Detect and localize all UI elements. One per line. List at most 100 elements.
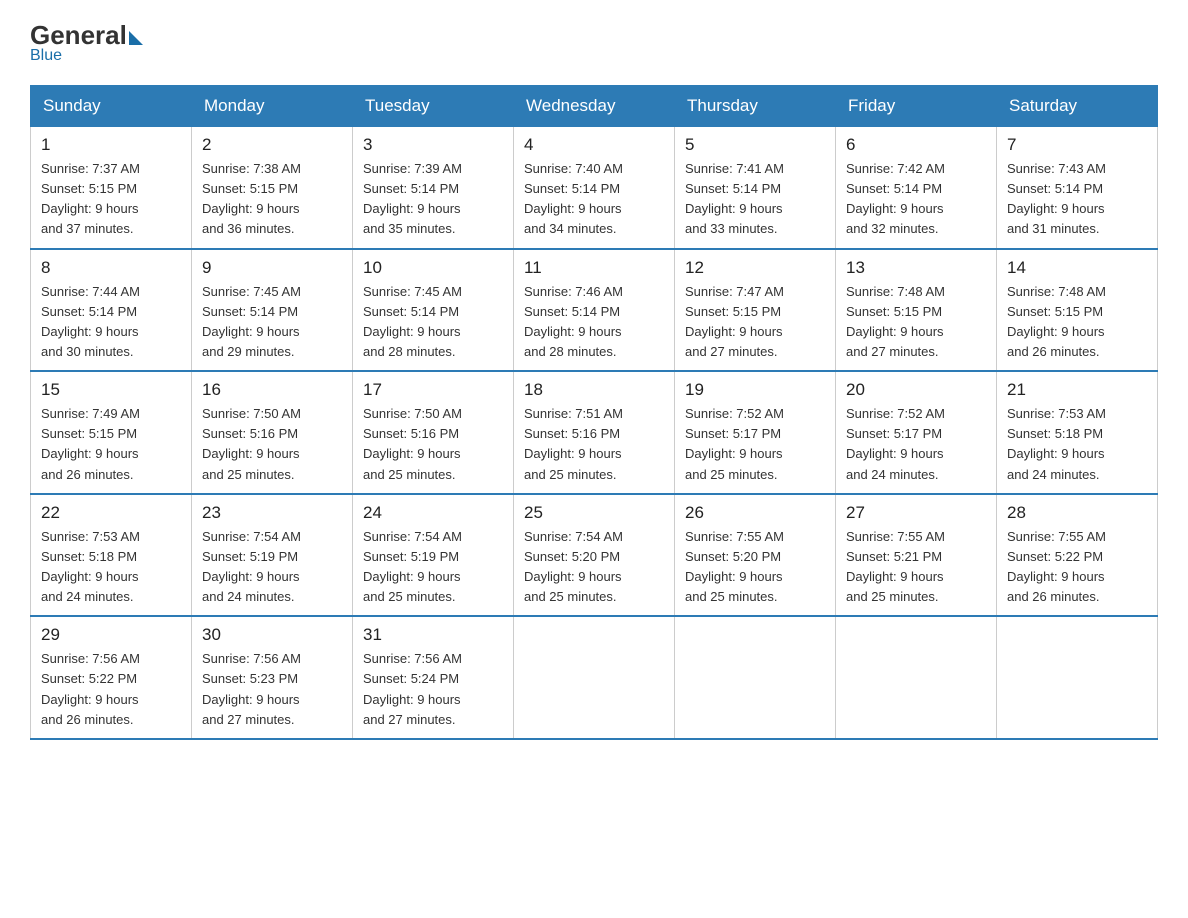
day-info: Sunrise: 7:43 AMSunset: 5:14 PMDaylight:… xyxy=(1007,159,1147,240)
calendar-header-row: SundayMondayTuesdayWednesdayThursdayFrid… xyxy=(31,86,1158,127)
day-header-wednesday: Wednesday xyxy=(514,86,675,127)
day-number: 2 xyxy=(202,135,342,155)
day-info: Sunrise: 7:52 AMSunset: 5:17 PMDaylight:… xyxy=(685,404,825,485)
day-info: Sunrise: 7:41 AMSunset: 5:14 PMDaylight:… xyxy=(685,159,825,240)
calendar-day-cell: 1Sunrise: 7:37 AMSunset: 5:15 PMDaylight… xyxy=(31,127,192,249)
day-info: Sunrise: 7:54 AMSunset: 5:20 PMDaylight:… xyxy=(524,527,664,608)
day-number: 6 xyxy=(846,135,986,155)
calendar-day-cell: 27 Sunrise: 7:55 AMSunset: 5:21 PMDayligh… xyxy=(836,494,997,617)
calendar-day-cell: 13 Sunrise: 7:48 AMSunset: 5:15 PMDayligh… xyxy=(836,249,997,372)
calendar-day-cell: 24 Sunrise: 7:54 AMSunset: 5:19 PMDayligh… xyxy=(353,494,514,617)
day-info: Sunrise: 7:55 AMSunset: 5:22 PMDaylight:… xyxy=(1007,527,1147,608)
day-header-monday: Monday xyxy=(192,86,353,127)
calendar-day-cell: 31Sunrise: 7:56 AMSunset: 5:24 PMDayligh… xyxy=(353,616,514,739)
day-header-thursday: Thursday xyxy=(675,86,836,127)
empty-cell xyxy=(836,616,997,739)
logo: General Blue xyxy=(30,20,143,65)
day-number: 9 xyxy=(202,258,342,278)
day-info: Sunrise: 7:46 AMSunset: 5:14 PMDaylight:… xyxy=(524,282,664,363)
day-number: 17 xyxy=(363,380,503,400)
day-info: Sunrise: 7:47 AMSunset: 5:15 PMDaylight:… xyxy=(685,282,825,363)
calendar-day-cell: 4 Sunrise: 7:40 AMSunset: 5:14 PMDaylight… xyxy=(514,127,675,249)
calendar-day-cell: 23 Sunrise: 7:54 AMSunset: 5:19 PMDayligh… xyxy=(192,494,353,617)
calendar-week-row: 1Sunrise: 7:37 AMSunset: 5:15 PMDaylight… xyxy=(31,127,1158,249)
calendar-day-cell: 19 Sunrise: 7:52 AMSunset: 5:17 PMDayligh… xyxy=(675,371,836,494)
calendar-day-cell: 2 Sunrise: 7:38 AMSunset: 5:15 PMDaylight… xyxy=(192,127,353,249)
day-info: Sunrise: 7:45 AMSunset: 5:14 PMDaylight:… xyxy=(363,282,503,363)
day-header-friday: Friday xyxy=(836,86,997,127)
calendar-day-cell: 28Sunrise: 7:55 AMSunset: 5:22 PMDayligh… xyxy=(997,494,1158,617)
calendar-day-cell: 8 Sunrise: 7:44 AMSunset: 5:14 PMDaylight… xyxy=(31,249,192,372)
day-number: 22 xyxy=(41,503,181,523)
calendar-day-cell: 22 Sunrise: 7:53 AMSunset: 5:18 PMDayligh… xyxy=(31,494,192,617)
day-info: Sunrise: 7:40 AMSunset: 5:14 PMDaylight:… xyxy=(524,159,664,240)
calendar-day-cell: 6 Sunrise: 7:42 AMSunset: 5:14 PMDaylight… xyxy=(836,127,997,249)
calendar-day-cell: 25 Sunrise: 7:54 AMSunset: 5:20 PMDayligh… xyxy=(514,494,675,617)
calendar-week-row: 8 Sunrise: 7:44 AMSunset: 5:14 PMDaylight… xyxy=(31,249,1158,372)
empty-cell xyxy=(514,616,675,739)
day-number: 29 xyxy=(41,625,181,645)
day-number: 4 xyxy=(524,135,664,155)
calendar-day-cell: 5 Sunrise: 7:41 AMSunset: 5:14 PMDaylight… xyxy=(675,127,836,249)
day-number: 3 xyxy=(363,135,503,155)
day-number: 19 xyxy=(685,380,825,400)
day-info: Sunrise: 7:54 AMSunset: 5:19 PMDaylight:… xyxy=(202,527,342,608)
calendar-week-row: 15Sunrise: 7:49 AMSunset: 5:15 PMDayligh… xyxy=(31,371,1158,494)
day-number: 8 xyxy=(41,258,181,278)
day-number: 10 xyxy=(363,258,503,278)
day-info: Sunrise: 7:44 AMSunset: 5:14 PMDaylight:… xyxy=(41,282,181,363)
day-info: Sunrise: 7:56 AMSunset: 5:22 PMDaylight:… xyxy=(41,649,181,730)
calendar-day-cell: 16 Sunrise: 7:50 AMSunset: 5:16 PMDayligh… xyxy=(192,371,353,494)
calendar-day-cell: 10 Sunrise: 7:45 AMSunset: 5:14 PMDayligh… xyxy=(353,249,514,372)
day-number: 15 xyxy=(41,380,181,400)
calendar-day-cell: 14Sunrise: 7:48 AMSunset: 5:15 PMDayligh… xyxy=(997,249,1158,372)
calendar-day-cell: 18 Sunrise: 7:51 AMSunset: 5:16 PMDayligh… xyxy=(514,371,675,494)
day-info: Sunrise: 7:45 AMSunset: 5:14 PMDaylight:… xyxy=(202,282,342,363)
day-number: 16 xyxy=(202,380,342,400)
logo-blue-text: Blue xyxy=(30,47,62,65)
day-header-saturday: Saturday xyxy=(997,86,1158,127)
day-info: Sunrise: 7:48 AMSunset: 5:15 PMDaylight:… xyxy=(846,282,986,363)
day-number: 7 xyxy=(1007,135,1147,155)
calendar-day-cell: 12 Sunrise: 7:47 AMSunset: 5:15 PMDayligh… xyxy=(675,249,836,372)
day-number: 21 xyxy=(1007,380,1147,400)
day-info: Sunrise: 7:39 AMSunset: 5:14 PMDaylight:… xyxy=(363,159,503,240)
calendar-day-cell: 7 Sunrise: 7:43 AMSunset: 5:14 PMDaylight… xyxy=(997,127,1158,249)
day-number: 23 xyxy=(202,503,342,523)
calendar-day-cell: 11 Sunrise: 7:46 AMSunset: 5:14 PMDayligh… xyxy=(514,249,675,372)
day-info: Sunrise: 7:42 AMSunset: 5:14 PMDaylight:… xyxy=(846,159,986,240)
day-number: 18 xyxy=(524,380,664,400)
empty-cell xyxy=(675,616,836,739)
calendar-day-cell: 3 Sunrise: 7:39 AMSunset: 5:14 PMDaylight… xyxy=(353,127,514,249)
calendar-table: SundayMondayTuesdayWednesdayThursdayFrid… xyxy=(30,85,1158,740)
calendar-day-cell: 26Sunrise: 7:55 AMSunset: 5:20 PMDayligh… xyxy=(675,494,836,617)
day-info: Sunrise: 7:38 AMSunset: 5:15 PMDaylight:… xyxy=(202,159,342,240)
day-number: 11 xyxy=(524,258,664,278)
day-info: Sunrise: 7:55 AMSunset: 5:21 PMDaylight:… xyxy=(846,527,986,608)
day-info: Sunrise: 7:51 AMSunset: 5:16 PMDaylight:… xyxy=(524,404,664,485)
day-number: 20 xyxy=(846,380,986,400)
day-number: 24 xyxy=(363,503,503,523)
day-header-sunday: Sunday xyxy=(31,86,192,127)
day-info: Sunrise: 7:53 AMSunset: 5:18 PMDaylight:… xyxy=(41,527,181,608)
day-header-tuesday: Tuesday xyxy=(353,86,514,127)
day-number: 30 xyxy=(202,625,342,645)
day-info: Sunrise: 7:50 AMSunset: 5:16 PMDaylight:… xyxy=(202,404,342,485)
day-info: Sunrise: 7:54 AMSunset: 5:19 PMDaylight:… xyxy=(363,527,503,608)
day-number: 12 xyxy=(685,258,825,278)
day-info: Sunrise: 7:56 AMSunset: 5:24 PMDaylight:… xyxy=(363,649,503,730)
day-number: 14 xyxy=(1007,258,1147,278)
calendar-day-cell: 21 Sunrise: 7:53 AMSunset: 5:18 PMDayligh… xyxy=(997,371,1158,494)
calendar-week-row: 29 Sunrise: 7:56 AMSunset: 5:22 PMDayligh… xyxy=(31,616,1158,739)
day-number: 13 xyxy=(846,258,986,278)
calendar-day-cell: 17 Sunrise: 7:50 AMSunset: 5:16 PMDayligh… xyxy=(353,371,514,494)
day-number: 27 xyxy=(846,503,986,523)
calendar-day-cell: 29 Sunrise: 7:56 AMSunset: 5:22 PMDayligh… xyxy=(31,616,192,739)
day-info: Sunrise: 7:53 AMSunset: 5:18 PMDaylight:… xyxy=(1007,404,1147,485)
day-number: 5 xyxy=(685,135,825,155)
day-info: Sunrise: 7:56 AMSunset: 5:23 PMDaylight:… xyxy=(202,649,342,730)
day-number: 1 xyxy=(41,135,181,155)
day-info: Sunrise: 7:50 AMSunset: 5:16 PMDaylight:… xyxy=(363,404,503,485)
calendar-day-cell: 15Sunrise: 7:49 AMSunset: 5:15 PMDayligh… xyxy=(31,371,192,494)
day-number: 25 xyxy=(524,503,664,523)
